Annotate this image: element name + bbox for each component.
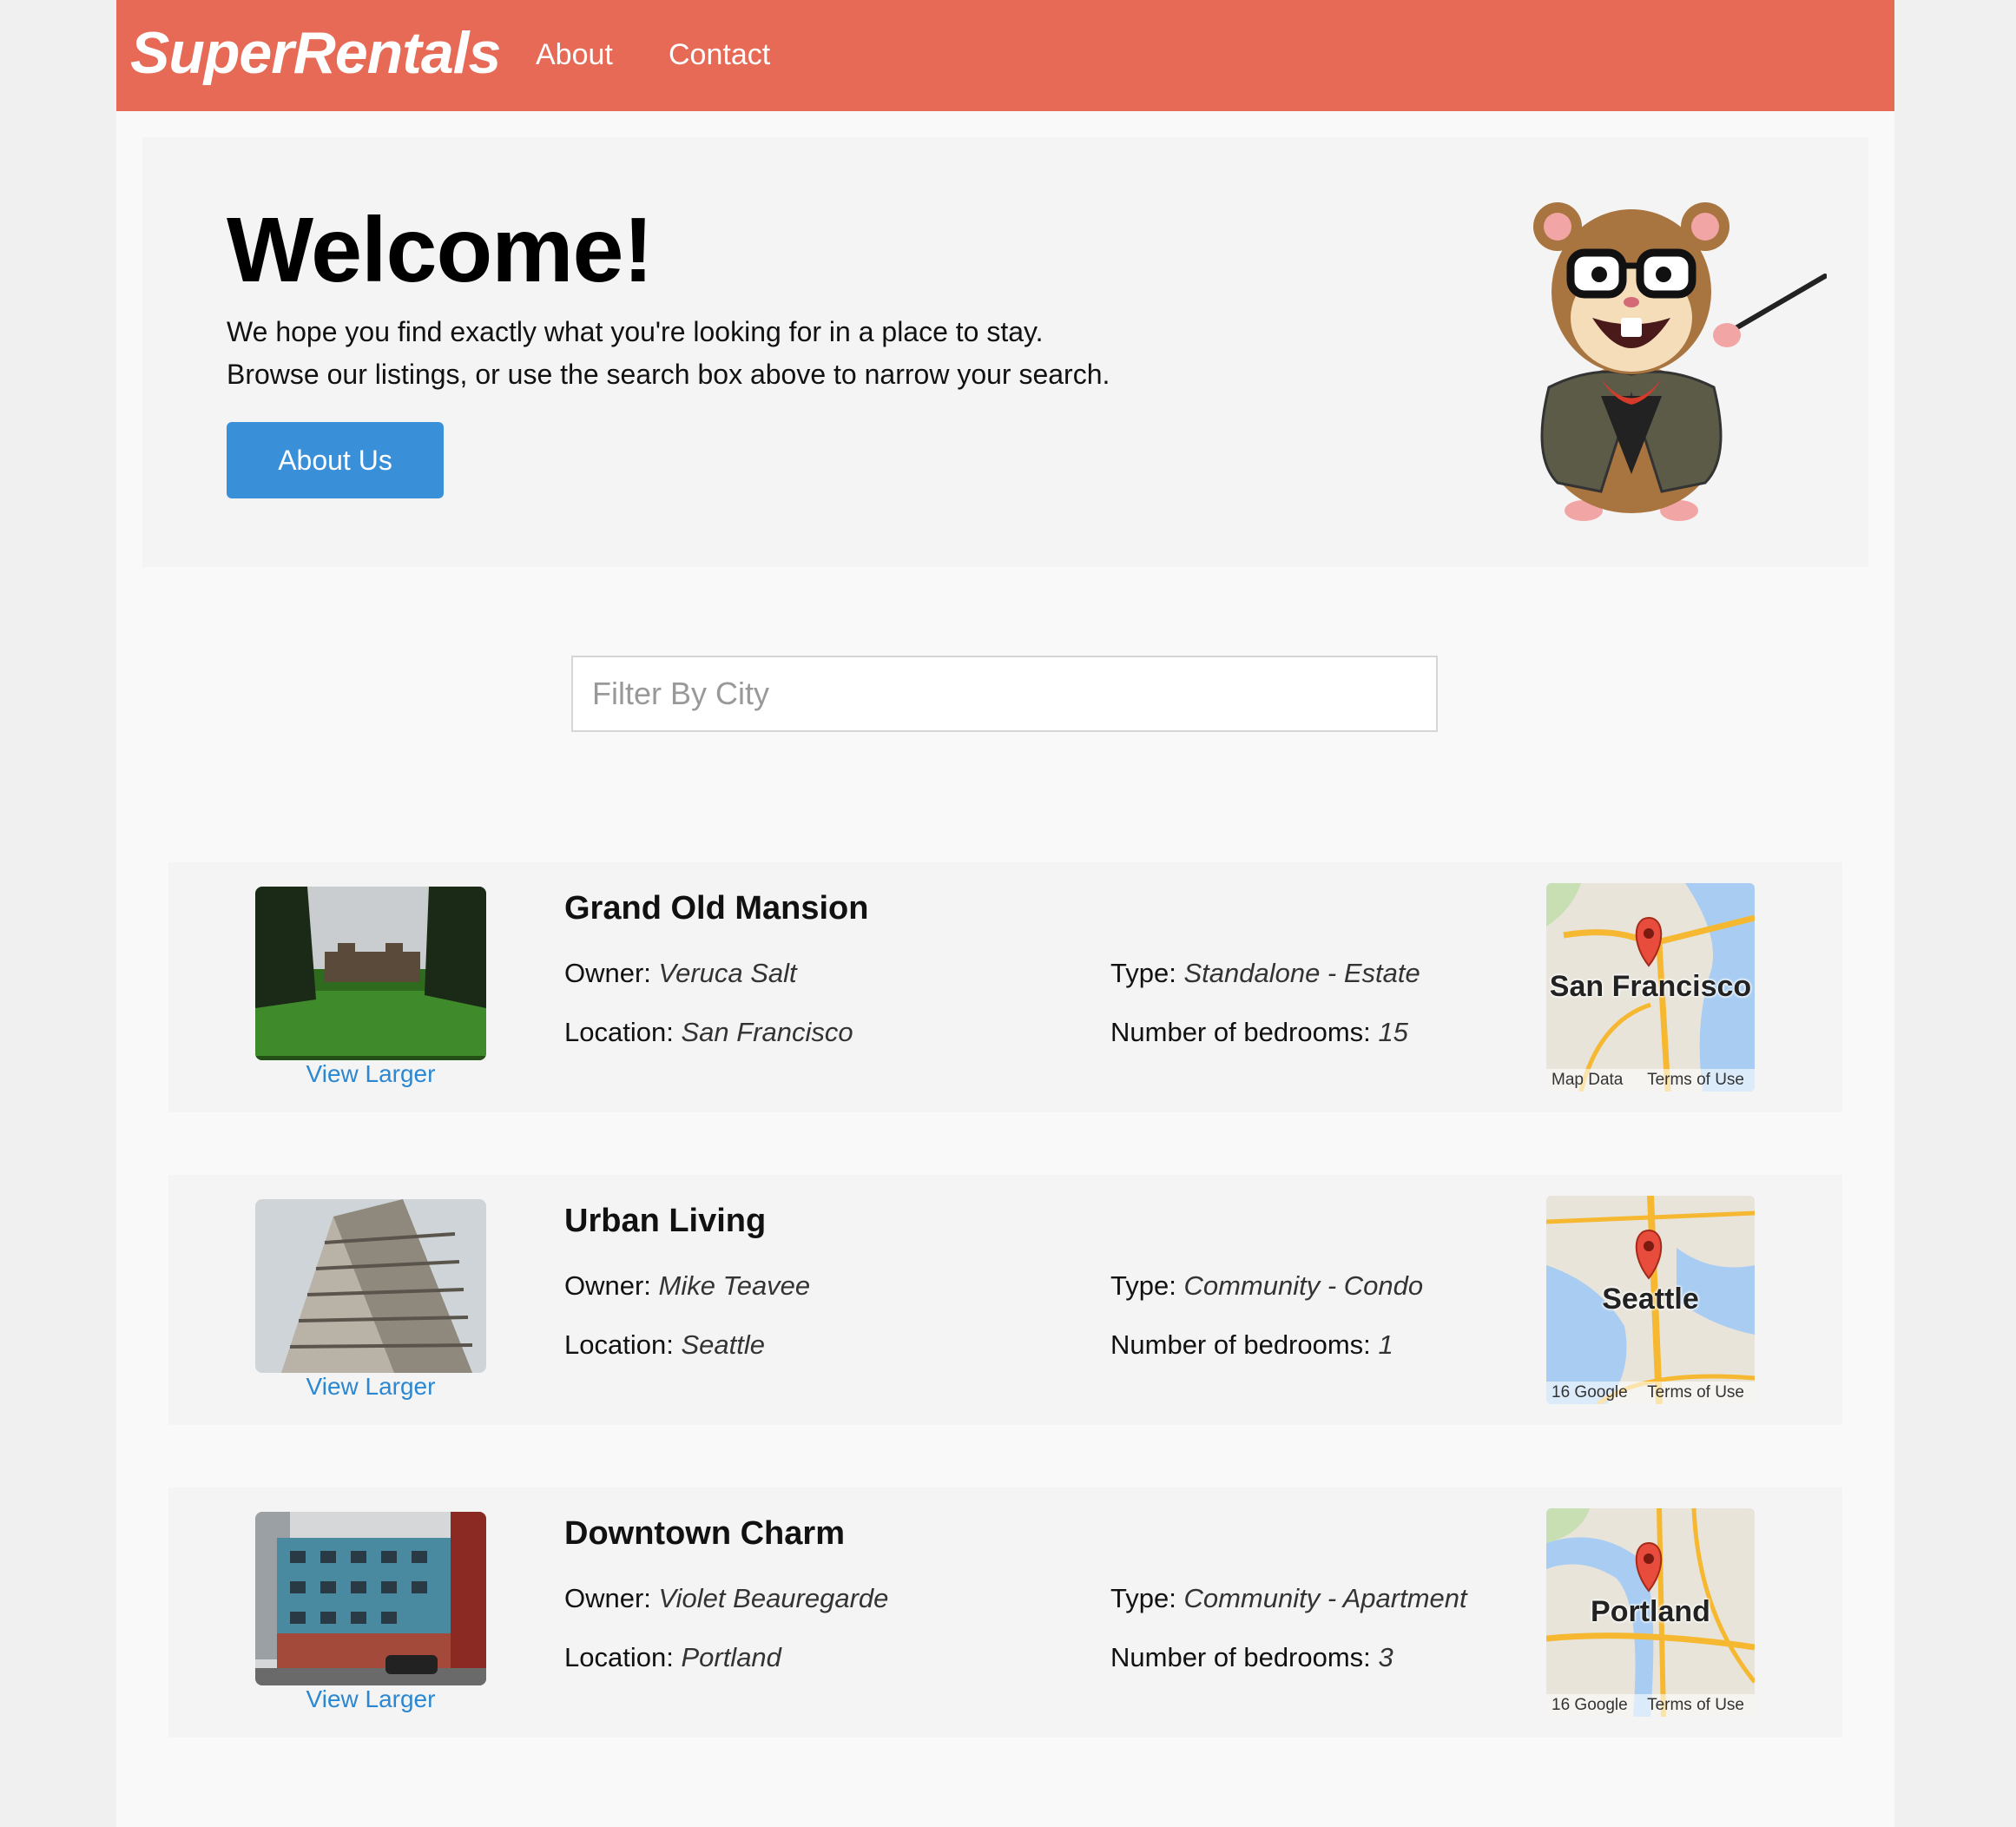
brand-logo-link[interactable]: SuperRentals [130,19,501,87]
top-navbar: SuperRentals About Contact [116,0,1894,111]
map-data-link[interactable]: 16 Google [1552,1696,1628,1715]
location-value: Portland [681,1642,781,1672]
filter-by-city-input[interactable] [571,656,1438,732]
bedrooms-label: Number of bedrooms: [1110,1329,1371,1360]
location-value: Seattle [681,1329,765,1360]
nav-about-link[interactable]: About [536,38,613,72]
welcome-jumbotron: Welcome! We hope you find exactly what y… [142,137,1868,567]
location-value: San Francisco [681,1017,853,1047]
listing-owner: Owner: Mike Teavee [564,1270,810,1302]
owner-value: Mike Teavee [658,1270,811,1301]
type-label: Type: [1110,1583,1176,1613]
welcome-text-line-1: We hope you find exactly what you're loo… [227,316,1044,347]
rental-listing: View Larger Downtown Charm Owner: Violet… [168,1487,1842,1738]
map-data-link[interactable]: 16 Google [1552,1383,1628,1402]
rental-listing: View Larger Urban Living Owner: Mike Tea… [168,1175,1842,1425]
map-footer: 16 Google Terms of Use [1546,1382,1755,1404]
map-footer: 16 Google Terms of Use [1546,1694,1755,1717]
listing-type: Type: Community - Condo [1110,1270,1423,1302]
listing-owner: Owner: Violet Beauregarde [564,1583,888,1614]
map-data-link[interactable]: Map Data [1552,1071,1623,1090]
about-us-button[interactable]: About Us [227,422,444,498]
welcome-title: Welcome! [227,199,654,301]
page: SuperRentals About Contact Welcome! We h… [116,0,1894,1827]
listing-bedrooms: Number of bedrooms: 15 [1110,1017,1408,1048]
location-label: Location: [564,1017,674,1047]
map-city-label: San Francisco [1549,970,1752,1003]
listing-location: Location: Seattle [564,1329,765,1361]
rental-photo-mansion[interactable] [255,887,486,1060]
bedrooms-label: Number of bedrooms: [1110,1642,1371,1672]
owner-value: Violet Beauregarde [658,1583,889,1613]
welcome-text-line-2: Browse our listings, or use the search b… [227,359,1110,390]
listing-bedrooms: Number of bedrooms: 1 [1110,1329,1393,1361]
bedrooms-value: 3 [1378,1642,1393,1672]
map-terms-link[interactable]: Terms of Use [1647,1383,1744,1402]
listing-title: Grand Old Mansion [564,890,869,927]
owner-value: Veruca Salt [658,958,797,988]
owner-label: Owner: [564,958,651,988]
view-larger-link[interactable]: View Larger [255,1373,486,1401]
location-label: Location: [564,1642,674,1672]
bedrooms-label: Number of bedrooms: [1110,1017,1371,1047]
location-map[interactable]: San Francisco Map Data Terms of Use [1546,883,1755,1092]
tomster-mascot-image [1533,202,1827,521]
bedrooms-value: 1 [1378,1329,1393,1360]
type-value: Community - Condo [1183,1270,1424,1301]
type-label: Type: [1110,958,1176,988]
owner-label: Owner: [564,1270,651,1301]
nav-contact-link[interactable]: Contact [669,38,770,72]
location-map[interactable]: Seattle 16 Google Terms of Use [1546,1196,1755,1404]
listing-location: Location: San Francisco [564,1017,853,1048]
listing-bedrooms: Number of bedrooms: 3 [1110,1642,1393,1673]
rental-photo-downtown-charm[interactable] [255,1512,486,1685]
listing-owner: Owner: Veruca Salt [564,958,797,989]
bedrooms-value: 15 [1378,1017,1408,1047]
owner-label: Owner: [564,1583,651,1613]
type-value: Community - Apartment [1183,1583,1467,1613]
map-city-label: Seattle [1602,1283,1699,1316]
type-label: Type: [1110,1270,1176,1301]
map-terms-link[interactable]: Terms of Use [1647,1696,1744,1715]
view-larger-link[interactable]: View Larger [255,1060,486,1088]
listing-title: Downtown Charm [564,1515,845,1552]
view-larger-link[interactable]: View Larger [255,1685,486,1713]
location-map[interactable]: Portland 16 Google Terms of Use [1546,1508,1755,1717]
listing-title: Urban Living [564,1203,767,1239]
rental-listing: View Larger Grand Old Mansion Owner: Ver… [168,862,1842,1112]
rental-photo-urban-living[interactable] [255,1199,486,1373]
map-city-label: Portland [1591,1595,1710,1628]
listing-location: Location: Portland [564,1642,781,1673]
location-label: Location: [564,1329,674,1360]
listing-type: Type: Community - Apartment [1110,1583,1467,1614]
listing-type: Type: Standalone - Estate [1110,958,1420,989]
type-value: Standalone - Estate [1183,958,1420,988]
map-terms-link[interactable]: Terms of Use [1647,1071,1744,1090]
map-footer: Map Data Terms of Use [1546,1069,1755,1092]
